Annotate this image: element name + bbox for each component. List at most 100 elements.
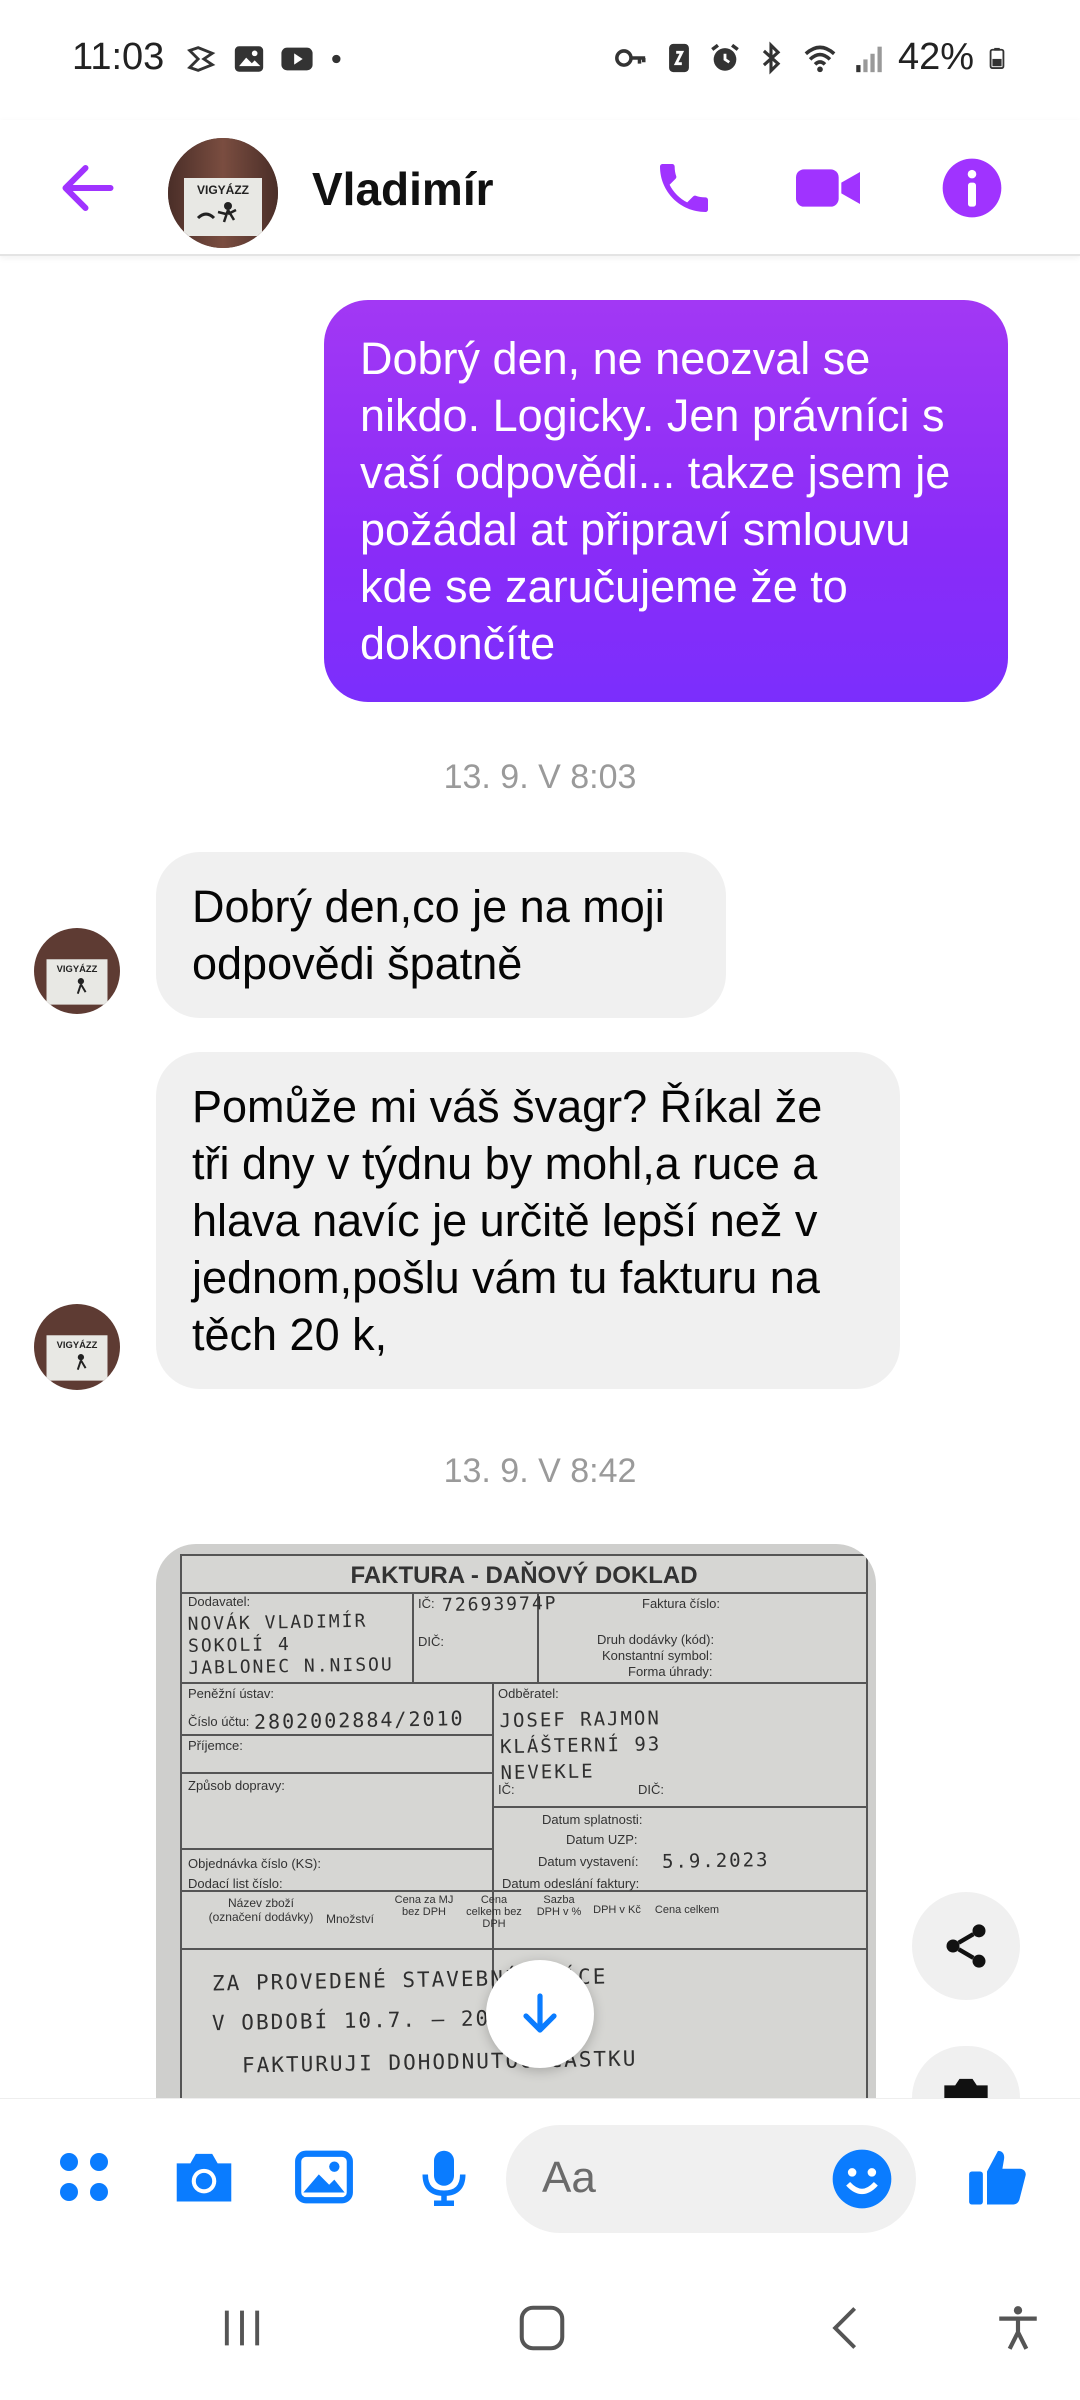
avatar-image: VIGYÁZZ (34, 1304, 120, 1390)
label-penezni-ustav: Peněžní ústav: (188, 1686, 274, 1701)
share-button[interactable] (912, 1892, 1020, 2000)
gallery-notification-icon (234, 46, 264, 72)
chevron-left-icon (832, 2307, 857, 2349)
like-button[interactable] (958, 2137, 1038, 2217)
label-dic2: DIČ: (638, 1782, 664, 1797)
label-prijemce: Příjemce: (188, 1738, 243, 1753)
four-dots-icon (60, 2153, 108, 2201)
battery-charging-icon (989, 47, 1005, 69)
message-timestamp: 13. 9. V 8:42 (443, 1452, 637, 1490)
messenger-notification-icon (187, 46, 216, 72)
accessibility-button[interactable] (978, 2288, 1058, 2368)
message-composer: Aa (0, 2098, 1080, 2258)
home-button[interactable] (502, 2288, 582, 2368)
phone-icon (660, 164, 708, 212)
back-nav-button[interactable] (806, 2288, 886, 2368)
video-camera-icon (796, 169, 860, 207)
col-nazev: Název zboží (označení dodávky) (208, 1896, 314, 1924)
sender-avatar[interactable]: VIGYÁZZ (34, 928, 120, 1014)
col-cena: Cena celkem (654, 1904, 720, 1916)
label-dodaci-list: Dodací list číslo: (188, 1876, 283, 1891)
message-timestamp: 13. 9. V 8:03 (443, 758, 637, 796)
svg-text:VIGYÁZZ: VIGYÁZZ (57, 964, 98, 974)
system-navigation-bar (0, 2258, 1080, 2400)
label-druh-dodavky: Druh dodávky (kód): (597, 1632, 715, 1647)
info-icon (942, 158, 1002, 218)
conversation-info-button[interactable] (932, 148, 1012, 228)
scroll-to-bottom-button[interactable] (486, 1960, 594, 2068)
handwritten-supplier: NOVÁK VLADIMÍR SOKOLÍ 4 JABLONEC N.NISOU (187, 1610, 394, 1679)
sender-avatar[interactable]: VIGYÁZZ (34, 1304, 120, 1390)
label-datum-vystaveni: Datum vystavení: (538, 1854, 639, 1869)
camera-icon (176, 2153, 232, 2202)
message-input[interactable]: Aa (506, 2125, 916, 2233)
dot-icon (332, 54, 341, 64)
incoming-message[interactable]: Dobrý den,co je na moji odpovědi špatně (156, 852, 726, 1018)
svg-text:VIGYÁZZ: VIGYÁZZ (57, 1340, 98, 1350)
signal-icon (856, 46, 882, 72)
contact-name[interactable]: Vladimír (312, 162, 494, 216)
col-sazba: Sazba DPH v % (536, 1894, 582, 1918)
recent-apps-button[interactable] (202, 2288, 282, 2368)
outgoing-message[interactable]: Dobrý den, ne neozval se nikdo. Logicky.… (324, 300, 1008, 702)
handwritten-date: 5.9.2023 (661, 1849, 770, 1873)
notification-icons (184, 42, 348, 76)
gallery-button[interactable] (284, 2137, 364, 2217)
handwritten-account: 2802002884/2010 (253, 1706, 465, 1734)
handwritten-customer: JOSEF RAJMON KLÁŠTERNÍ 93 NEVEKLE (499, 1707, 662, 1785)
invoice-title: FAKTURA - DAŇOVÝ DOKLAD (350, 1562, 698, 1589)
microphone-icon (422, 2150, 466, 2206)
label-objednavka: Objednávka číslo (KS): (188, 1856, 321, 1871)
status-time: 11:03 (72, 36, 165, 78)
nfc-icon (669, 43, 689, 72)
bluetooth-icon (762, 40, 781, 75)
label-faktura-cislo: Faktura číslo: (642, 1596, 721, 1611)
status-bar: 11:03 42% (0, 0, 1080, 120)
label-konst-symbol: Konstantní symbol: (602, 1648, 713, 1663)
label-dic: DIČ: (418, 1634, 444, 1649)
label-cislo-uctu: Číslo účtu: (188, 1714, 250, 1729)
handwritten-ic: 72693974P (441, 1592, 558, 1617)
label-zpusob-dopravy: Způsob dopravy: (188, 1778, 285, 1793)
back-arrow-icon (62, 165, 114, 211)
youtube-notification-icon (281, 47, 313, 71)
label-datum-uzp: Datum UZP: (566, 1832, 638, 1847)
thumbs-up-icon (969, 2150, 1026, 2205)
status-right: 42% (612, 36, 1008, 79)
battery-percent: 42% (897, 36, 974, 78)
contact-avatar[interactable]: VIGYÁZZ (168, 138, 278, 248)
camera-icon (944, 2078, 988, 2098)
label-dodavatel: Dodavatel: (188, 1594, 251, 1609)
audio-call-button[interactable] (644, 148, 724, 228)
col-cena-mj: Cena za MJ bez DPH (394, 1894, 454, 1918)
incoming-message[interactable]: Pomůže mi váš švagr? Říkal že tři dny v … (156, 1052, 900, 1389)
label-datum-odeslani: Datum odeslání faktury: (502, 1876, 640, 1891)
smiley-icon (832, 2149, 892, 2209)
image-icon (295, 2150, 353, 2204)
conversation-header: VIGYÁZZ Vladimír (0, 120, 1080, 256)
label-ic: IČ: (418, 1596, 435, 1611)
voice-message-button[interactable] (404, 2137, 484, 2217)
col-mnozstvi: Množství (326, 1912, 375, 1926)
share-icon (946, 1924, 986, 1968)
col-dph: DPH v Kč (593, 1904, 641, 1916)
avatar-image: VIGYÁZZ (168, 138, 278, 248)
back-button[interactable] (48, 148, 128, 228)
arrow-down-icon (523, 1993, 557, 2033)
accessibility-icon (999, 2306, 1037, 2350)
recents-icon (224, 2310, 260, 2346)
svg-text:VIGYÁZZ: VIGYÁZZ (197, 182, 249, 197)
key-icon (615, 48, 646, 67)
alarm-icon (711, 43, 739, 71)
message-input-placeholder: Aa (542, 2153, 596, 2202)
video-call-button[interactable] (788, 148, 868, 228)
wifi-icon (804, 45, 836, 72)
emoji-button[interactable] (830, 2147, 894, 2211)
save-photo-button[interactable] (912, 2046, 1020, 2098)
avatar-image: VIGYÁZZ (34, 928, 120, 1014)
more-actions-button[interactable] (44, 2137, 124, 2217)
label-datum-splatnosti: Datum splatnosti: (542, 1812, 643, 1827)
col-cena-celkem-bez: Cena celkem bez DPH (466, 1894, 522, 1930)
camera-button[interactable] (164, 2137, 244, 2217)
home-icon (519, 2305, 565, 2351)
